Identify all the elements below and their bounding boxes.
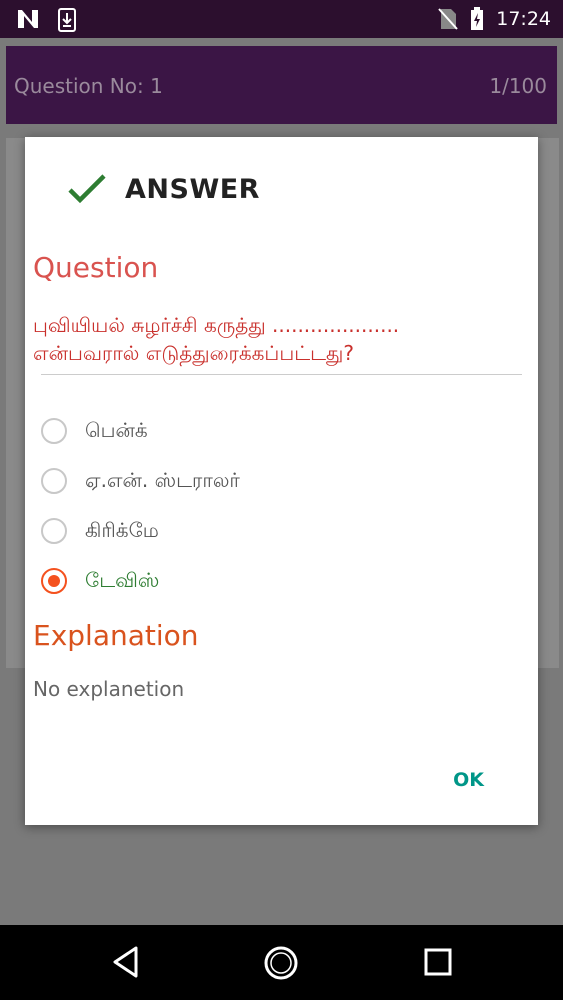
recents-icon[interactable] xyxy=(424,945,452,979)
question-number: Question No: 1 xyxy=(14,74,163,98)
question-text: புவியியல் சுழர்ச்சி கருத்து ............… xyxy=(33,313,400,365)
check-icon xyxy=(68,174,106,204)
dialog-title: ANSWER xyxy=(67,173,260,205)
option-label: ஏ.என். ஸ்டராலர் xyxy=(85,467,240,492)
radio-button-selected[interactable] xyxy=(41,568,67,594)
answer-options: பென்க் ஏ.என். ஸ்டராலர் கிரிக்மே டேவிஸ் xyxy=(41,406,240,606)
option-label: டேவிஸ் xyxy=(85,567,160,592)
back-icon[interactable] xyxy=(110,945,142,979)
home-icon[interactable] xyxy=(263,945,299,981)
dialog-title-text: ANSWER xyxy=(125,173,260,205)
option-2[interactable]: ஏ.என். ஸ்டராலர் xyxy=(41,456,240,506)
question-heading: Question xyxy=(33,251,159,284)
battery-charging-icon xyxy=(471,7,484,30)
n-app-icon xyxy=(18,10,38,28)
option-1[interactable]: பென்க் xyxy=(41,406,240,456)
explanation-text: No explanetion xyxy=(33,677,185,701)
divider xyxy=(41,374,522,375)
app-toolbar: Question No: 1 1/100 xyxy=(6,46,557,124)
ok-button[interactable]: OK xyxy=(453,769,484,791)
radio-button[interactable] xyxy=(41,418,67,444)
option-4[interactable]: டேவிஸ் xyxy=(41,556,240,606)
no-sim-icon xyxy=(438,8,458,30)
status-bar: 17:24 xyxy=(0,0,563,38)
option-label: பென்க் xyxy=(85,417,148,442)
option-3[interactable]: கிரிக்மே xyxy=(41,506,240,556)
question-counter: 1/100 xyxy=(489,74,547,98)
notification-icons xyxy=(16,8,76,32)
option-label: கிரிக்மே xyxy=(85,517,159,542)
clock: 17:24 xyxy=(496,8,551,30)
download-icon xyxy=(58,8,76,32)
explanation-heading: Explanation xyxy=(33,619,199,652)
radio-button[interactable] xyxy=(41,518,67,544)
navigation-bar xyxy=(0,925,563,1000)
answer-dialog: ANSWER Question புவியியல் சுழர்ச்சி கருத… xyxy=(25,137,538,825)
radio-button[interactable] xyxy=(41,468,67,494)
